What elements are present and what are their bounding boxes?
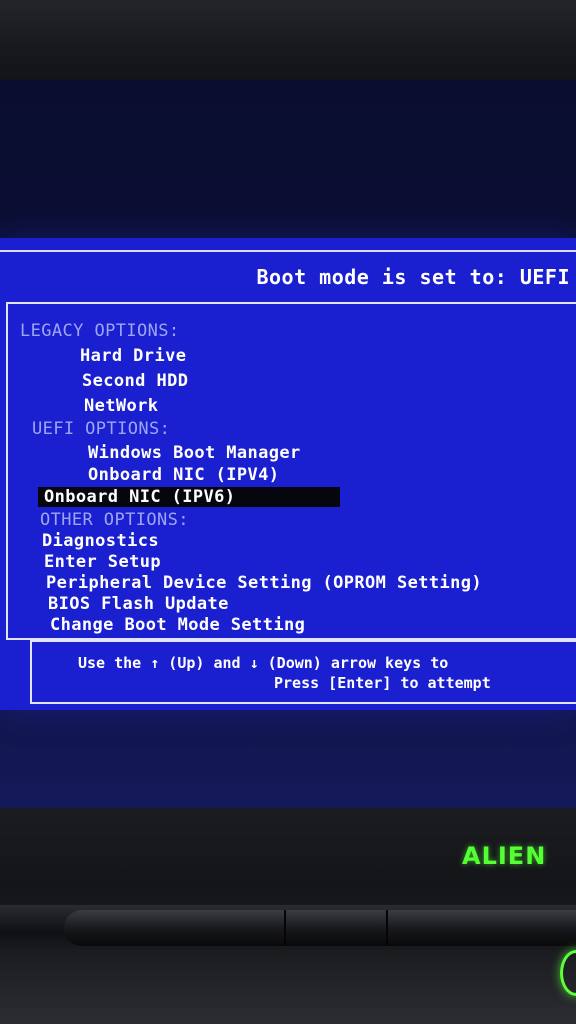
instructions-line-1: Use the ↑ (Up) and ↓ (Down) arrow keys t… [78,654,449,672]
stylus-pen [64,910,576,946]
stylus-seam [386,910,388,946]
header-divider [0,250,576,252]
keyboard-deck-edge [0,955,576,1024]
boot-item-onboard-nic-ipv4[interactable]: Onboard NIC (IPV4) [88,465,279,485]
boot-item-second-hdd[interactable]: Second HDD [82,371,188,391]
section-legacy-options: LEGACY OPTIONS: [20,321,180,341]
boot-item-onboard-nic-ipv6-selected[interactable]: Onboard NIC (IPV6) [38,487,340,507]
instructions-box [30,640,576,704]
boot-item-hard-drive[interactable]: Hard Drive [80,346,186,366]
photo-frame: Boot mode is set to: UEFI LEGACY OPTIONS… [0,0,576,1024]
alienware-logo: ALIEN [462,842,547,870]
section-uefi-options: UEFI OPTIONS: [32,419,171,439]
monitor-bezel-top [0,0,576,86]
stylus-seam [284,910,286,946]
section-other-options: OTHER OPTIONS: [40,510,189,530]
other-item-diagnostics[interactable]: Diagnostics [42,531,159,551]
boot-item-network[interactable]: NetWork [84,396,158,416]
other-item-bios-flash-update[interactable]: BIOS Flash Update [48,594,229,614]
instructions-line-2: Press [Enter] to attempt [274,674,491,692]
other-item-enter-setup[interactable]: Enter Setup [44,552,161,572]
boot-mode-status: Boot mode is set to: UEFI [256,265,570,289]
boot-item-windows-boot-manager[interactable]: Windows Boot Manager [88,443,301,463]
other-item-change-boot-mode[interactable]: Change Boot Mode Setting [50,615,305,635]
other-item-peripheral-device-setting[interactable]: Peripheral Device Setting (OPROM Setting… [46,573,482,593]
